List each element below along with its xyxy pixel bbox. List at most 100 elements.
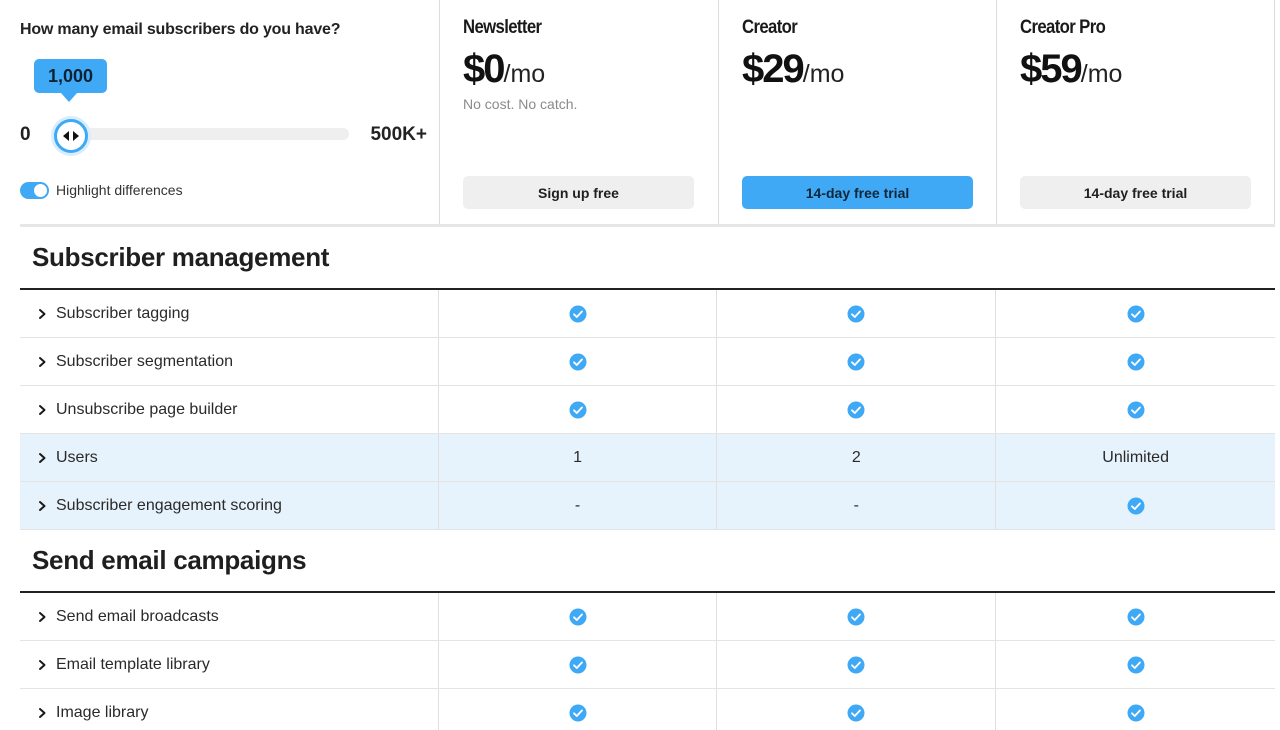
feature-cell-included: [439, 386, 718, 433]
chevron-right-icon: [39, 500, 46, 511]
price-period: /mo: [802, 60, 845, 88]
check-circle-icon: [1127, 608, 1145, 625]
check-circle-icon: [569, 401, 587, 418]
feature-label: Subscriber tagging: [56, 304, 190, 322]
feature-cell-included: [439, 689, 718, 730]
subscriber-count-bubble: 1,000: [34, 59, 107, 102]
check-circle-icon: [847, 353, 865, 370]
check-circle-icon: [847, 656, 865, 673]
price-period: /mo: [1080, 60, 1123, 88]
plan-column-creator-pro: Creator Pro $59/mo 14-day free trial: [996, 0, 1275, 227]
chevron-right-icon: [39, 356, 46, 367]
feature-label-cell[interactable]: Email template library: [20, 641, 439, 688]
pricing-comparison: How many email subscribers do you have? …: [0, 0, 1280, 730]
feature-label-cell[interactable]: Send email broadcasts: [20, 593, 439, 640]
feature-label: Users: [56, 448, 98, 466]
check-circle-icon: [569, 656, 587, 673]
feature-comparison-table: Subscriber management Subscriber tagging S…: [20, 227, 1275, 730]
check-circle-icon: [1127, 305, 1145, 322]
check-circle-icon: [847, 305, 865, 322]
feature-row[interactable]: Subscriber engagement scoring - -: [20, 482, 1275, 530]
section-title: Subscriber management: [32, 242, 330, 272]
check-circle-icon: [1127, 497, 1145, 514]
price-amount: $0: [463, 47, 505, 91]
feature-row[interactable]: Users 1 2 Unlimited: [20, 434, 1275, 482]
feature-cell-included: [439, 290, 718, 337]
slider-min-label: 0: [20, 124, 31, 145]
feature-row[interactable]: Send email broadcasts: [20, 593, 1275, 641]
check-circle-icon: [1127, 401, 1145, 418]
feature-cell-value: -: [439, 482, 718, 529]
feature-label-cell[interactable]: Subscriber tagging: [20, 290, 439, 337]
plan-name: Creator: [742, 17, 798, 38]
section-title: Send email campaigns: [32, 545, 307, 575]
feature-cell-value: Unlimited: [1102, 448, 1169, 466]
feature-cell-included: [717, 290, 997, 337]
feature-row[interactable]: Image library: [20, 689, 1275, 730]
feature-cell-included: [996, 593, 1275, 640]
chevron-right-icon: [39, 452, 46, 463]
feature-cell-included: [717, 689, 997, 730]
feature-cell-included: [996, 386, 1275, 433]
section-header: Subscriber management: [20, 227, 1275, 290]
feature-label-cell[interactable]: Subscriber segmentation: [20, 338, 439, 385]
feature-cell-included: [996, 641, 1275, 688]
check-circle-icon: [1127, 704, 1145, 721]
price-period: /mo: [503, 60, 546, 88]
feature-label: Send email broadcasts: [56, 607, 219, 625]
feature-cell-included: [996, 482, 1275, 529]
feature-row[interactable]: Subscriber segmentation: [20, 338, 1275, 386]
plan-cta-button[interactable]: Sign up free: [463, 176, 694, 209]
plan-price: $29/mo: [742, 47, 844, 92]
subscriber-slider-handle[interactable]: [54, 119, 88, 153]
chevron-right-icon: [39, 659, 46, 670]
highlight-differences-toggle[interactable]: [20, 182, 49, 199]
feature-cell-value: 1: [439, 434, 718, 481]
feature-cell-value: 2: [717, 434, 997, 481]
plan-note: No cost. No catch.: [463, 96, 578, 112]
feature-cell-included: [439, 593, 718, 640]
chevron-right-icon: [39, 308, 46, 319]
plan-name: Newsletter: [463, 17, 542, 38]
check-circle-icon: [569, 353, 587, 370]
check-circle-icon: [569, 704, 587, 721]
plan-price: $0/mo: [463, 47, 545, 92]
plan-cta-button[interactable]: 14-day free trial: [1020, 176, 1251, 209]
feature-cell-value: -: [717, 482, 997, 529]
feature-cell-included: [717, 593, 997, 640]
feature-label-cell[interactable]: Subscriber engagement scoring: [20, 482, 439, 529]
feature-cell-included: [717, 386, 997, 433]
plan-price: $59/mo: [1020, 47, 1122, 92]
feature-label-cell[interactable]: Unsubscribe page builder: [20, 386, 439, 433]
plan-cta-button[interactable]: 14-day free trial: [742, 176, 973, 209]
feature-label: Image library: [56, 703, 149, 721]
plan-name: Creator Pro: [1020, 17, 1106, 38]
highlight-differences-label: Highlight differences: [56, 182, 183, 198]
check-circle-icon: [1127, 656, 1145, 673]
feature-cell-included: [717, 641, 997, 688]
check-circle-icon: [847, 401, 865, 418]
price-amount: $29: [742, 47, 805, 91]
feature-cell-included: [717, 338, 997, 385]
subscriber-question: How many email subscribers do you have?: [20, 21, 341, 38]
feature-cell-included: [996, 338, 1275, 385]
feature-label-cell[interactable]: Image library: [20, 689, 439, 730]
check-circle-icon: [847, 704, 865, 721]
plan-column-creator: Creator $29/mo 14-day free trial: [718, 0, 997, 227]
feature-cell-included: [439, 338, 718, 385]
chevron-right-icon: [39, 611, 46, 622]
check-circle-icon: [569, 608, 587, 625]
feature-label-cell[interactable]: Users: [20, 434, 439, 481]
chevron-right-icon: [39, 707, 46, 718]
feature-row[interactable]: Email template library: [20, 641, 1275, 689]
price-amount: $59: [1020, 47, 1083, 91]
feature-cell-included: [439, 641, 718, 688]
section-header: Send email campaigns: [20, 530, 1275, 593]
pricing-header: How many email subscribers do you have? …: [0, 0, 1280, 227]
subscriber-slider-track[interactable]: [53, 128, 349, 140]
chevron-right-icon: [39, 404, 46, 415]
feature-row[interactable]: Subscriber tagging: [20, 290, 1275, 338]
feature-label: Email template library: [56, 655, 210, 673]
feature-label: Subscriber engagement scoring: [56, 496, 282, 514]
feature-row[interactable]: Unsubscribe page builder: [20, 386, 1275, 434]
